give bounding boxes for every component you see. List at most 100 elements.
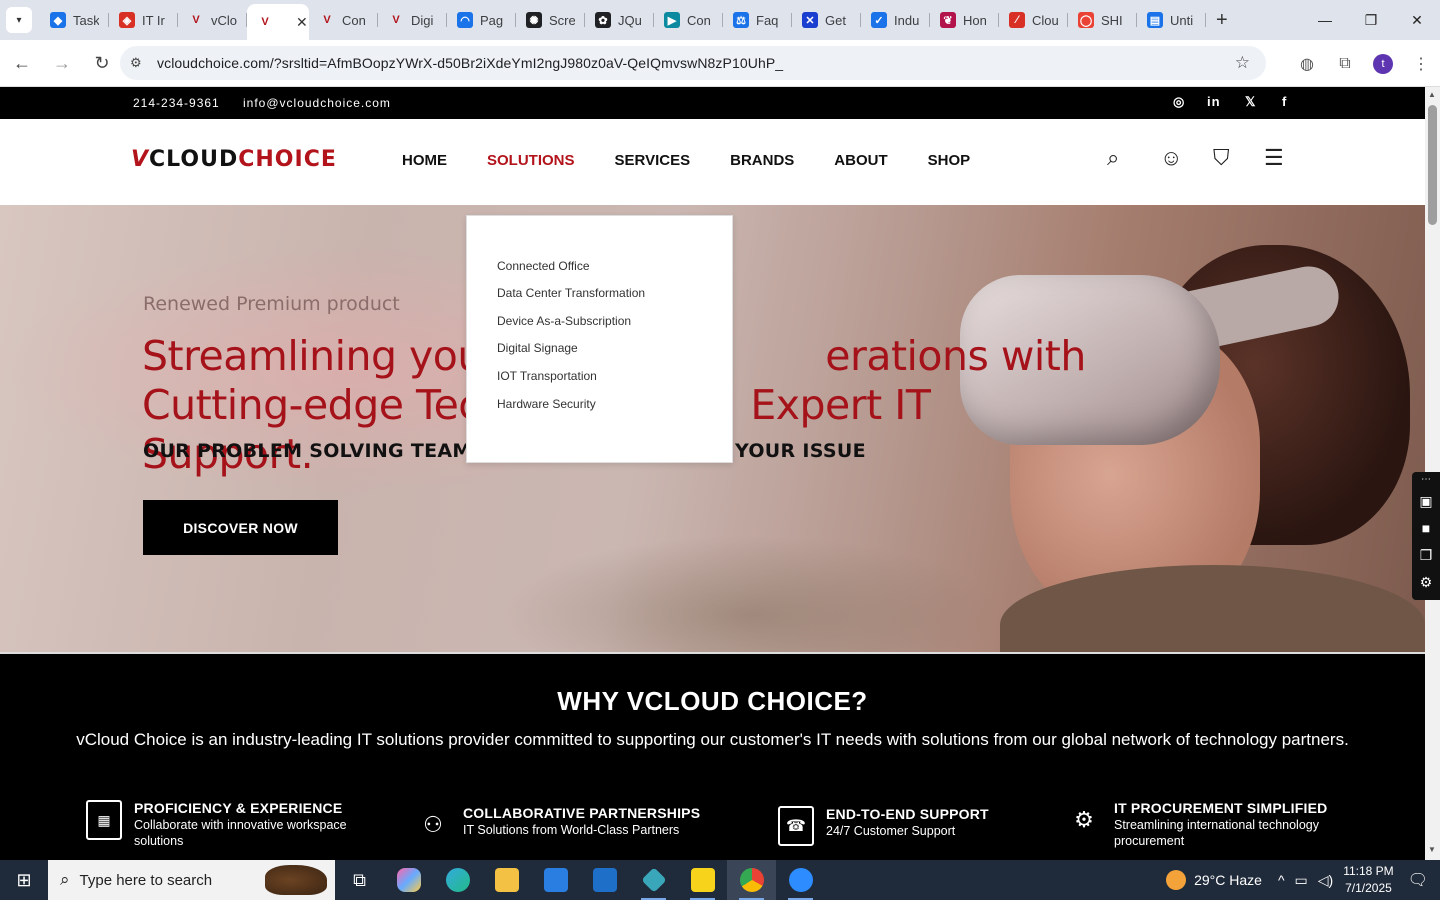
slash-icon: ⁄ bbox=[1009, 12, 1025, 28]
linkedin-icon[interactable]: in bbox=[1207, 94, 1221, 109]
close-window-icon[interactable]: ✕ bbox=[1394, 0, 1440, 40]
close-tab-icon[interactable]: ✕ bbox=[296, 14, 308, 31]
feature-title: IT PROCUREMENT SIMPLIFIED bbox=[1114, 800, 1328, 816]
x-twitter-icon[interactable]: 𝕏 bbox=[1245, 94, 1256, 110]
dropdown-item-digital-signage[interactable]: Digital Signage bbox=[497, 341, 578, 355]
feature-title: END-TO-END SUPPORT bbox=[826, 806, 989, 822]
why-section: WHY VCLOUD CHOICE? vCloud Choice is an i… bbox=[0, 652, 1425, 860]
scale-icon: ⚖ bbox=[733, 12, 749, 28]
mail-icon[interactable] bbox=[580, 860, 629, 900]
nav-brands[interactable]: BRANDS bbox=[730, 152, 794, 169]
instagram-icon[interactable]: ◎ bbox=[1173, 94, 1185, 110]
hamburger-menu-icon[interactable]: ☰ bbox=[1264, 145, 1284, 171]
tab-search-chevron-icon[interactable]: ▾ bbox=[6, 7, 32, 33]
browser-tab[interactable]: V ✕ bbox=[247, 4, 309, 40]
dropdown-item-iot-transportation[interactable]: IOT Transportation bbox=[497, 369, 597, 383]
browser-tab[interactable]: ⁄ Clou bbox=[999, 4, 1068, 36]
taskbar-search-placeholder: Type here to search bbox=[79, 871, 213, 889]
browser-tab[interactable]: ⚖ Faq bbox=[723, 4, 792, 36]
forward-icon[interactable]: → bbox=[44, 45, 80, 81]
video-icon[interactable]: ■ bbox=[1412, 515, 1440, 542]
notifications-icon[interactable]: 🗨 bbox=[1408, 870, 1428, 890]
scrollbar-thumb[interactable] bbox=[1428, 105, 1437, 225]
browser-tab[interactable]: ❦ Hon bbox=[930, 4, 999, 36]
windows-taskbar: ⊞ ⌕ Type here to search ⧉ 29°C Haze ^ ▭ … bbox=[0, 860, 1440, 900]
weather-widget[interactable]: 29°C Haze bbox=[1166, 870, 1262, 890]
app-diamond-icon[interactable] bbox=[629, 860, 678, 900]
browser-tab[interactable]: VvClo bbox=[178, 4, 247, 36]
browser-tab[interactable]: V Digi bbox=[378, 4, 447, 36]
store-icon[interactable] bbox=[531, 860, 580, 900]
profile-avatar[interactable]: t bbox=[1373, 53, 1393, 74]
search-icon: ⌕ bbox=[60, 870, 70, 889]
address-bar[interactable]: ⚙ vcloudchoice.com/?srsltid=AfmBOopzYWrX… bbox=[120, 46, 1266, 80]
extensions-icon[interactable]: ⧉ bbox=[1326, 55, 1364, 73]
browser-tab[interactable]: ✺ Scre bbox=[516, 4, 585, 36]
translate-icon[interactable]: ◍ bbox=[1288, 54, 1326, 74]
nav-home[interactable]: HOME bbox=[402, 152, 447, 169]
site-info-icon[interactable]: ⚙ bbox=[130, 55, 148, 71]
bookmark-star-icon[interactable]: ☆ bbox=[1235, 53, 1250, 73]
dropdown-item-connected-office[interactable]: Connected Office bbox=[497, 259, 590, 273]
nav-about[interactable]: ABOUT bbox=[834, 152, 887, 169]
nav-shop[interactable]: SHOP bbox=[928, 152, 971, 169]
search-icon[interactable]: ⌕ bbox=[1107, 145, 1119, 171]
zoom-icon[interactable] bbox=[776, 860, 825, 900]
windows-start-icon[interactable]: ⊞ bbox=[0, 860, 48, 900]
facebook-icon[interactable]: f bbox=[1282, 94, 1287, 109]
url-text[interactable]: vcloudchoice.com/?srsltid=AfmBOopzYWrX-d… bbox=[157, 55, 783, 71]
chrome-icon[interactable] bbox=[727, 860, 776, 900]
tray-chevron-icon[interactable]: ^ bbox=[1278, 872, 1285, 888]
feature-procurement: ⚙ IT PROCUREMENT SIMPLIFIED Streamlining … bbox=[1066, 800, 1354, 849]
discover-now-button[interactable]: DISCOVER NOW bbox=[143, 500, 338, 555]
browser-tab[interactable]: ◠ Pag bbox=[447, 4, 516, 36]
settings-gear-icon[interactable]: ⚙ bbox=[1412, 569, 1440, 596]
back-icon[interactable]: ← bbox=[4, 45, 40, 81]
file-explorer-icon[interactable] bbox=[482, 860, 531, 900]
browser-tab[interactable]: ✓ Indu bbox=[861, 4, 930, 36]
copilot-icon[interactable] bbox=[384, 860, 433, 900]
browser-tab[interactable]: ◯ SHI bbox=[1068, 4, 1137, 36]
browser-tab[interactable]: ▤ Unti bbox=[1137, 4, 1206, 36]
account-icon[interactable]: ☺ bbox=[1160, 145, 1182, 171]
extension-more-icon[interactable]: ⋯ bbox=[1412, 472, 1440, 488]
tab-title: Pag bbox=[480, 12, 504, 28]
nav-services[interactable]: SERVICES bbox=[615, 152, 691, 169]
browser-tab[interactable]: ✿ JQu bbox=[585, 4, 654, 36]
camera-icon[interactable]: ▣ bbox=[1412, 488, 1440, 515]
dropdown-item-device-subscription[interactable]: Device As-a-Subscription bbox=[497, 314, 631, 328]
browser-tab[interactable]: V Con bbox=[309, 4, 378, 36]
browser-tab[interactable]: ✕ Get bbox=[792, 4, 861, 36]
new-tab-button[interactable]: + bbox=[1216, 9, 1228, 32]
gear-icon: ✺ bbox=[526, 12, 542, 28]
top-contact-bar: 214-234-9361 info@vcloudchoice.com ◎ in … bbox=[0, 87, 1425, 119]
maximize-icon[interactable]: ❐ bbox=[1348, 0, 1394, 40]
volume-icon[interactable]: ◁) bbox=[1318, 872, 1333, 889]
dropdown-item-data-center[interactable]: Data Center Transformation bbox=[497, 286, 645, 300]
toolbar-right: ◍ ⧉ t ⋮ bbox=[1288, 40, 1440, 87]
site-logo[interactable]: VCLOUDCHOICE bbox=[131, 147, 337, 172]
browser-tab[interactable]: ◆ Task bbox=[40, 4, 109, 36]
task-view-icon[interactable]: ⧉ bbox=[335, 860, 384, 900]
browser-tab[interactable]: ▶ Con bbox=[654, 4, 723, 36]
scroll-down-icon[interactable]: ▼ bbox=[1428, 845, 1436, 854]
taskbar-clock[interactable]: 11:18 PM 7/1/2025 bbox=[1343, 863, 1393, 897]
network-icon[interactable]: ▭ bbox=[1295, 872, 1308, 889]
browser-menu-icon[interactable]: ⋮ bbox=[1402, 54, 1440, 74]
scroll-up-icon[interactable]: ▲ bbox=[1428, 90, 1436, 99]
feature-partnerships: ⚇ COLLABORATIVE PARTNERSHIPS IT Solutions… bbox=[415, 805, 723, 845]
search-highlight-image bbox=[265, 865, 327, 895]
window-capture-icon[interactable]: ❐ bbox=[1412, 542, 1440, 569]
reload-icon[interactable]: ↻ bbox=[84, 45, 120, 81]
edge-icon[interactable] bbox=[433, 860, 482, 900]
taskbar-search-box[interactable]: ⌕ Type here to search bbox=[48, 860, 335, 900]
email-link[interactable]: info@vcloudchoice.com bbox=[243, 96, 391, 110]
task-icon: ◆ bbox=[50, 12, 66, 28]
phone-link[interactable]: 214-234-9361 bbox=[133, 96, 220, 110]
minimize-icon[interactable]: — bbox=[1302, 0, 1348, 40]
dropdown-item-hardware-security[interactable]: Hardware Security bbox=[497, 397, 596, 411]
nav-solutions[interactable]: SOLUTIONS bbox=[487, 152, 575, 169]
sticky-notes-icon[interactable] bbox=[678, 860, 727, 900]
cart-bag-icon[interactable]: ⛉ bbox=[1213, 145, 1230, 171]
browser-tab[interactable]: ◈ IT Ir bbox=[109, 4, 178, 36]
